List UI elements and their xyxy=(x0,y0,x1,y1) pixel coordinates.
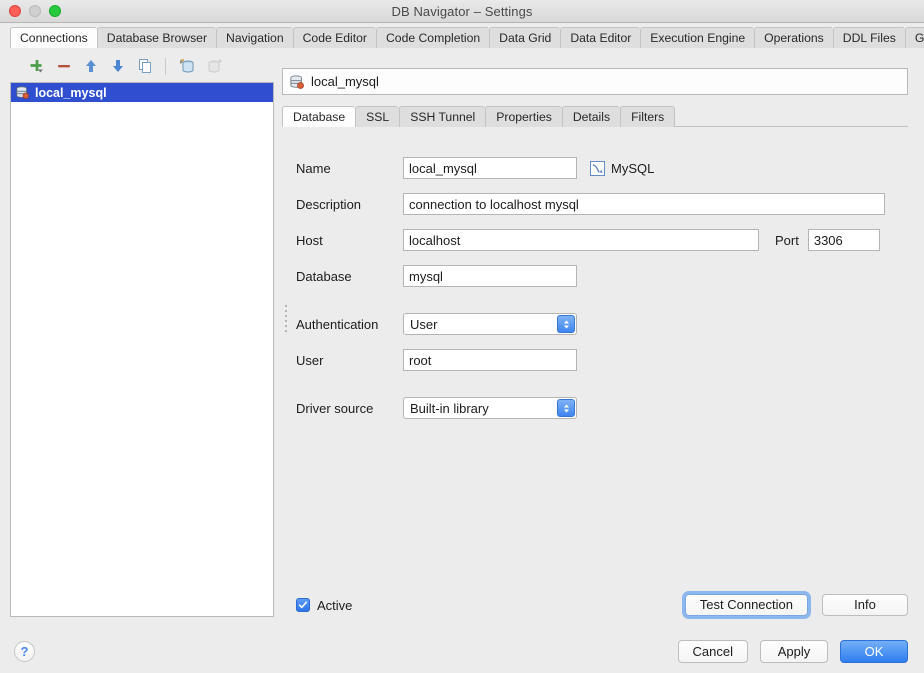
duplicate-connection-button[interactable] xyxy=(132,55,157,77)
port-label: Port xyxy=(775,233,799,248)
driver-source-value: Built-in library xyxy=(410,401,489,416)
settings-body: local_mysql local_mysql xyxy=(0,48,924,630)
connection-header: local_mysql xyxy=(282,68,908,95)
connection-header-label: local_mysql xyxy=(311,74,379,89)
minus-icon xyxy=(56,58,72,74)
list-item-label: local_mysql xyxy=(35,86,107,100)
active-checkbox-row[interactable]: Active xyxy=(296,598,352,613)
tab-properties[interactable]: Properties xyxy=(485,106,562,127)
dialog-buttons: Cancel Apply OK xyxy=(678,640,908,663)
check-icon xyxy=(298,600,308,610)
tab-operations[interactable]: Operations xyxy=(754,27,833,48)
list-item[interactable]: local_mysql xyxy=(11,83,273,102)
export-connection-button[interactable] xyxy=(201,55,226,77)
tab-execution-engine[interactable]: Execution Engine xyxy=(640,27,754,48)
move-up-button[interactable] xyxy=(78,55,103,77)
database-icon xyxy=(16,86,29,99)
description-row: Description xyxy=(296,193,908,215)
driver-source-row: Driver source Built-in library xyxy=(296,397,908,419)
tab-ssl[interactable]: SSL xyxy=(355,106,399,127)
tab-code-completion[interactable]: Code Completion xyxy=(376,27,489,48)
name-row: Name MySQL xyxy=(296,157,908,179)
tab-database[interactable]: Database xyxy=(282,106,355,127)
connections-list[interactable]: local_mysql xyxy=(10,82,274,617)
stepper-icon[interactable] xyxy=(557,315,575,333)
db-type-label: MySQL xyxy=(611,161,654,176)
database-row: Database xyxy=(296,265,908,287)
tab-data-editor[interactable]: Data Editor xyxy=(560,27,640,48)
add-connection-button[interactable] xyxy=(24,55,49,77)
ok-button[interactable]: OK xyxy=(840,640,908,663)
dialog-footer: ? Cancel Apply OK xyxy=(0,630,924,673)
stepper-icon[interactable] xyxy=(557,399,575,417)
mysql-icon xyxy=(590,161,605,176)
driver-source-select[interactable]: Built-in library xyxy=(403,397,577,419)
authentication-select[interactable]: User xyxy=(403,313,577,335)
tab-general[interactable]: General xyxy=(905,27,924,48)
host-input[interactable] xyxy=(403,229,759,251)
arrow-down-icon xyxy=(110,58,126,74)
active-label: Active xyxy=(317,598,352,613)
user-row: User xyxy=(296,349,908,371)
move-down-button[interactable] xyxy=(105,55,130,77)
plus-icon xyxy=(29,58,45,74)
remove-connection-button[interactable] xyxy=(51,55,76,77)
database-export-icon xyxy=(206,58,222,74)
settings-window: DB Navigator – Settings Connections Data… xyxy=(0,0,924,673)
chevron-down-icon xyxy=(563,325,570,329)
detail-actions: Active Test Connection Info xyxy=(296,594,908,616)
authentication-label: Authentication xyxy=(296,317,403,332)
chevron-up-icon xyxy=(563,320,570,324)
authentication-value: User xyxy=(410,317,437,332)
test-connection-button[interactable]: Test Connection xyxy=(685,594,808,616)
host-row: Host Port xyxy=(296,229,908,251)
window-title: DB Navigator – Settings xyxy=(0,4,924,19)
tab-navigation[interactable]: Navigation xyxy=(216,27,293,48)
name-input[interactable] xyxy=(403,157,577,179)
database-input[interactable] xyxy=(403,265,577,287)
host-label: Host xyxy=(296,233,403,248)
tab-ddl-files[interactable]: DDL Files xyxy=(833,27,905,48)
settings-tab-bar: Connections Database Browser Navigation … xyxy=(0,23,924,48)
tab-details[interactable]: Details xyxy=(562,106,620,127)
arrow-up-icon xyxy=(83,58,99,74)
connections-pane: local_mysql xyxy=(0,48,274,630)
active-checkbox[interactable] xyxy=(296,598,310,612)
description-label: Description xyxy=(296,197,403,212)
name-label: Name xyxy=(296,161,403,176)
port-input[interactable] xyxy=(808,229,880,251)
user-input[interactable] xyxy=(403,349,577,371)
user-label: User xyxy=(296,353,403,368)
connection-detail-pane: local_mysql Database SSL SSH Tunnel Prop… xyxy=(274,48,924,630)
tab-connections[interactable]: Connections xyxy=(10,27,97,48)
chevron-down-icon xyxy=(563,409,570,413)
chevron-up-icon xyxy=(563,404,570,408)
title-bar: DB Navigator – Settings xyxy=(0,0,924,23)
import-connection-button[interactable] xyxy=(174,55,199,77)
copy-icon xyxy=(137,58,153,74)
help-button[interactable]: ? xyxy=(14,641,35,662)
authentication-row: Authentication User xyxy=(296,313,908,335)
tab-filters[interactable]: Filters xyxy=(620,106,675,127)
tab-ssh-tunnel[interactable]: SSH Tunnel xyxy=(399,106,485,127)
info-button[interactable]: Info xyxy=(822,594,908,616)
connections-toolbar xyxy=(10,52,274,80)
tab-data-grid[interactable]: Data Grid xyxy=(489,27,560,48)
apply-button[interactable]: Apply xyxy=(760,640,828,663)
database-label: Database xyxy=(296,269,403,284)
detail-tab-bar: Database SSL SSH Tunnel Properties Detai… xyxy=(282,106,908,127)
db-type-tag: MySQL xyxy=(590,161,654,176)
description-input[interactable] xyxy=(403,193,885,215)
database-icon xyxy=(290,75,304,89)
driver-source-label: Driver source xyxy=(296,401,403,416)
cancel-button[interactable]: Cancel xyxy=(678,640,748,663)
toolbar-separator xyxy=(165,58,166,75)
database-import-icon xyxy=(179,58,195,74)
tab-code-editor[interactable]: Code Editor xyxy=(293,27,376,48)
connection-form: Name MySQL Description xyxy=(282,157,908,594)
tab-database-browser[interactable]: Database Browser xyxy=(97,27,216,48)
